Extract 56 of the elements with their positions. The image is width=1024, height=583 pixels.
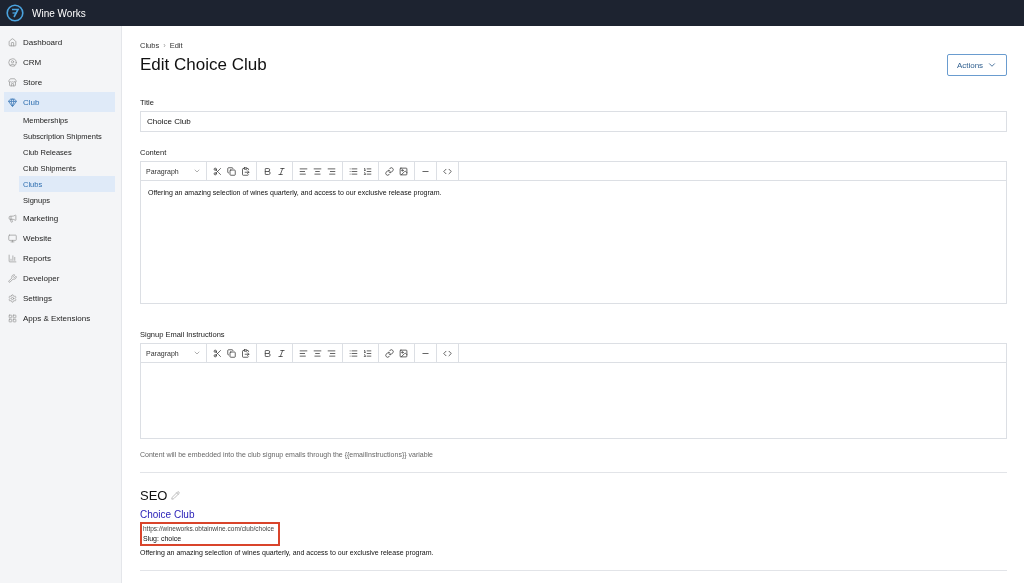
- italic-icon[interactable]: [277, 348, 286, 358]
- actions-button[interactable]: Actions: [947, 54, 1007, 76]
- bar-chart-icon: [8, 253, 17, 263]
- user-icon: [8, 57, 17, 67]
- nav-item[interactable]: Dashboard: [4, 32, 115, 52]
- bullet-list-icon[interactable]: [349, 166, 358, 176]
- bold-icon[interactable]: [263, 166, 272, 176]
- chevron-icon: [193, 349, 201, 357]
- nav-item[interactable]: Apps & Extensions: [4, 308, 115, 328]
- monitor-icon: [8, 233, 17, 243]
- nav-item[interactable]: CRM: [4, 52, 115, 72]
- chevron-icon: [193, 167, 201, 175]
- align-right-icon[interactable]: [327, 166, 336, 176]
- image-icon[interactable]: [399, 348, 408, 358]
- link-icon[interactable]: [385, 166, 394, 176]
- app-name: Wine Works: [32, 7, 86, 19]
- bullet-list-icon[interactable]: [349, 348, 358, 358]
- copy-icon[interactable]: [227, 348, 236, 358]
- logo-icon: [6, 4, 24, 22]
- cut-icon[interactable]: [213, 348, 222, 358]
- code-icon[interactable]: [443, 166, 452, 176]
- code-icon[interactable]: [443, 348, 452, 358]
- cut-icon[interactable]: [213, 166, 222, 176]
- image-icon[interactable]: [399, 166, 408, 176]
- chevron-icon: [987, 60, 998, 70]
- nav-item[interactable]: Website: [4, 228, 115, 248]
- gem-icon: [8, 97, 17, 107]
- megaphone-icon: [8, 213, 17, 223]
- grid-icon: [8, 313, 17, 323]
- align-right-icon[interactable]: [327, 348, 336, 358]
- numbered-list-icon[interactable]: [363, 348, 372, 358]
- nav-item[interactable]: Developer: [4, 268, 115, 288]
- align-left-icon[interactable]: [299, 166, 308, 176]
- bold-icon[interactable]: [263, 348, 272, 358]
- settings-icon: [8, 293, 17, 303]
- store-icon: [8, 77, 17, 87]
- home-icon: [8, 37, 17, 47]
- numbered-list-icon[interactable]: [363, 166, 372, 176]
- nav-item[interactable]: Marketing: [4, 208, 115, 228]
- seo-title-link[interactable]: Choice Club: [140, 509, 1007, 520]
- nav-item[interactable]: Reports: [4, 248, 115, 268]
- paste-icon[interactable]: [241, 166, 250, 176]
- align-left-icon[interactable]: [299, 348, 308, 358]
- nav-item[interactable]: Settings: [4, 288, 115, 308]
- copy-icon[interactable]: [227, 166, 236, 176]
- title-field[interactable]: Choice Club: [140, 111, 1007, 132]
- italic-icon[interactable]: [277, 166, 286, 176]
- section-heading: SEO: [140, 488, 168, 503]
- wrench-icon: [8, 273, 17, 283]
- page-title: Edit Choice Club: [140, 55, 267, 75]
- paste-icon[interactable]: [241, 348, 250, 358]
- nav-item[interactable]: Club: [4, 92, 115, 112]
- align-center-icon[interactable]: [313, 348, 322, 358]
- nav-item[interactable]: Store: [4, 72, 115, 92]
- align-center-icon[interactable]: [313, 166, 322, 176]
- link-icon[interactable]: [385, 348, 394, 358]
